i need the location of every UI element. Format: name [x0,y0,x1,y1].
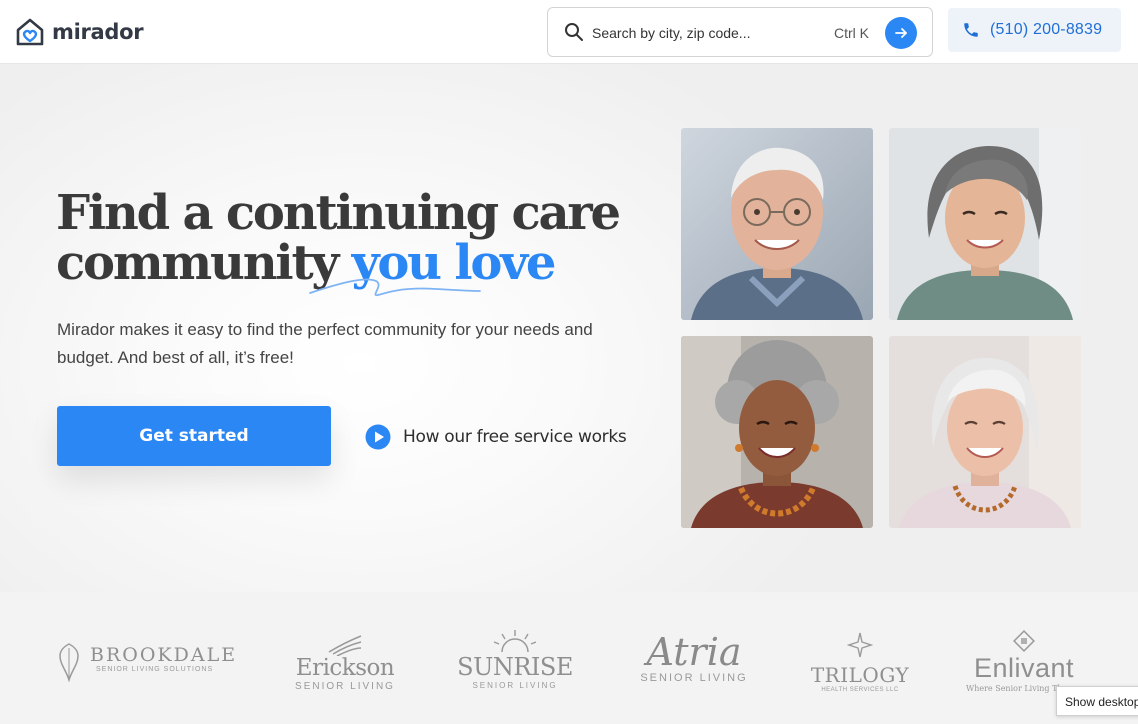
enlivant-logo: Enlivant Where Senior Living Th [964,630,1084,693]
hero-title-line2: community [56,235,339,291]
play-icon [365,424,391,450]
wave-lines-icon [328,635,362,657]
phone-number: (510) 200-8839 [990,21,1103,38]
show-desktop-tooltip: Show desktop [1056,686,1138,716]
search-submit-button[interactable] [885,17,917,49]
search-shortcut-hint: Ctrl K [834,25,869,41]
senior-man-photo [681,128,873,320]
hero-title-line1: Find a continuing care [56,185,621,241]
search-input[interactable] [592,21,822,45]
how-it-works-video-link[interactable]: How our free service works [365,424,627,450]
atria-wordmark: Atria [646,630,742,674]
erickson-logo: Erickson SENIOR LIVING [290,632,400,692]
atria-logo: Atria SENIOR LIVING [632,630,756,684]
phone-button[interactable]: (510) 200-8839 [948,8,1121,52]
trilogy-tagline: HEALTH SERVICES LLC [821,687,899,693]
star-emblem-icon [846,632,874,658]
sunrise-logo: SUNRISE SENIOR LIVING [456,630,574,690]
partner-logos-strip: BROOKDALE SENIOR LIVING SOLUTIONS Ericks… [0,592,1138,724]
how-it-works-label: How our free service works [403,427,627,447]
underline-squiggle-decoration [309,278,481,297]
enlivant-wordmark: Enlivant [973,653,1075,683]
atria-tagline: SENIOR LIVING [640,672,748,684]
brand-logo[interactable]: mirador [14,16,144,48]
brookdale-logo: BROOKDALE SENIOR LIVING SOLUTIONS [56,643,238,682]
hero-section: Find a continuing care community you lov… [0,64,1138,592]
diamond-emblem-icon [1013,630,1035,652]
search-box: Ctrl K [547,7,933,57]
phone-icon [964,23,978,37]
brookdale-wordmark: BROOKDALE [90,644,238,666]
senior-woman-photo [889,128,1081,320]
sun-rays-icon [493,630,537,653]
leaf-icon [59,643,79,682]
search-icon [565,23,583,41]
logo-wordmark: mirador [52,20,144,44]
trilogy-logo: TRILOGY HEALTH SERVICES LLC [808,632,912,693]
senior-woman-white-hair-photo [889,336,1081,528]
hero-subtitle: Mirador makes it easy to find the perfec… [57,320,593,367]
get-started-button[interactable]: Get started [57,406,331,466]
trilogy-wordmark: TRILOGY [810,663,910,687]
brookdale-tagline: SENIOR LIVING SOLUTIONS [96,666,214,673]
site-header: mirador Ctrl K (510) 200-8839 [0,0,1138,64]
erickson-wordmark: Erickson [295,655,395,681]
erickson-tagline: SENIOR LIVING [295,681,395,692]
house-heart-icon [16,18,44,46]
sunrise-wordmark: SUNRISE [457,653,573,681]
sunrise-tagline: SENIOR LIVING [472,681,558,690]
arrow-right-icon [895,28,907,38]
senior-woman-curly-hair-photo [681,336,873,528]
